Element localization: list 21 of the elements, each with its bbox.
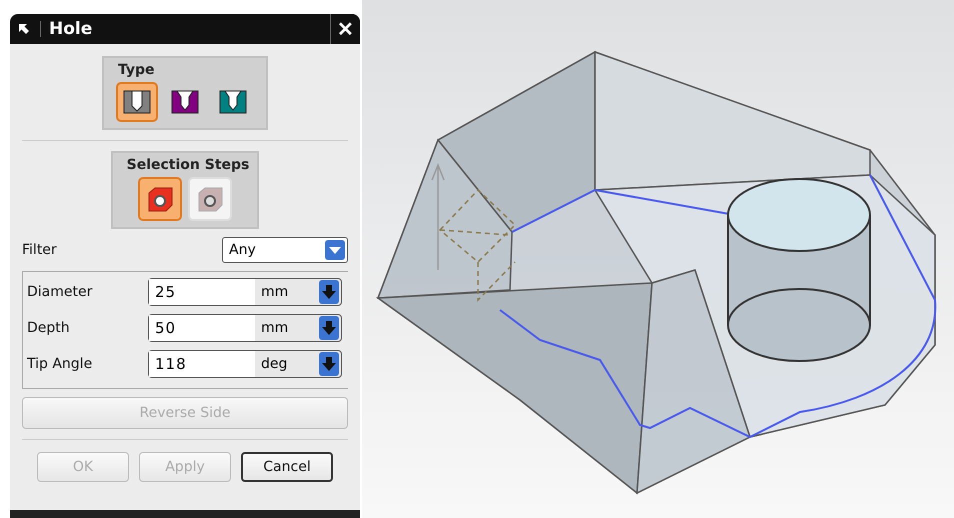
hole-type-button[interactable] <box>116 82 158 122</box>
parameter-label: Depth <box>27 320 70 336</box>
group-title: Selection Steps <box>126 157 250 173</box>
hole-icon <box>123 89 151 115</box>
parameter-field[interactable]: 118 deg <box>148 350 342 378</box>
selection-step-button[interactable] <box>138 177 182 221</box>
dialog-button[interactable]: Cancel <box>241 452 333 482</box>
hole-icon <box>219 89 247 115</box>
filter-dropdown[interactable]: Any <box>222 237 348 263</box>
hole-icon <box>171 89 199 115</box>
unit-label: deg <box>260 356 288 372</box>
group-title: Type <box>117 62 155 78</box>
unit-label: mm <box>260 284 290 300</box>
unit-label: mm <box>260 320 290 336</box>
parameter-field[interactable]: 50 mm <box>148 314 342 342</box>
window-title: Hole <box>48 19 94 39</box>
filter-label: Filter <box>22 242 57 258</box>
parameter-label: Tip Angle <box>27 356 92 372</box>
close-button[interactable]: ✕ <box>330 14 360 44</box>
parameter-field[interactable]: 25 mm <box>148 278 342 306</box>
parameter-label: Diameter <box>27 284 92 300</box>
